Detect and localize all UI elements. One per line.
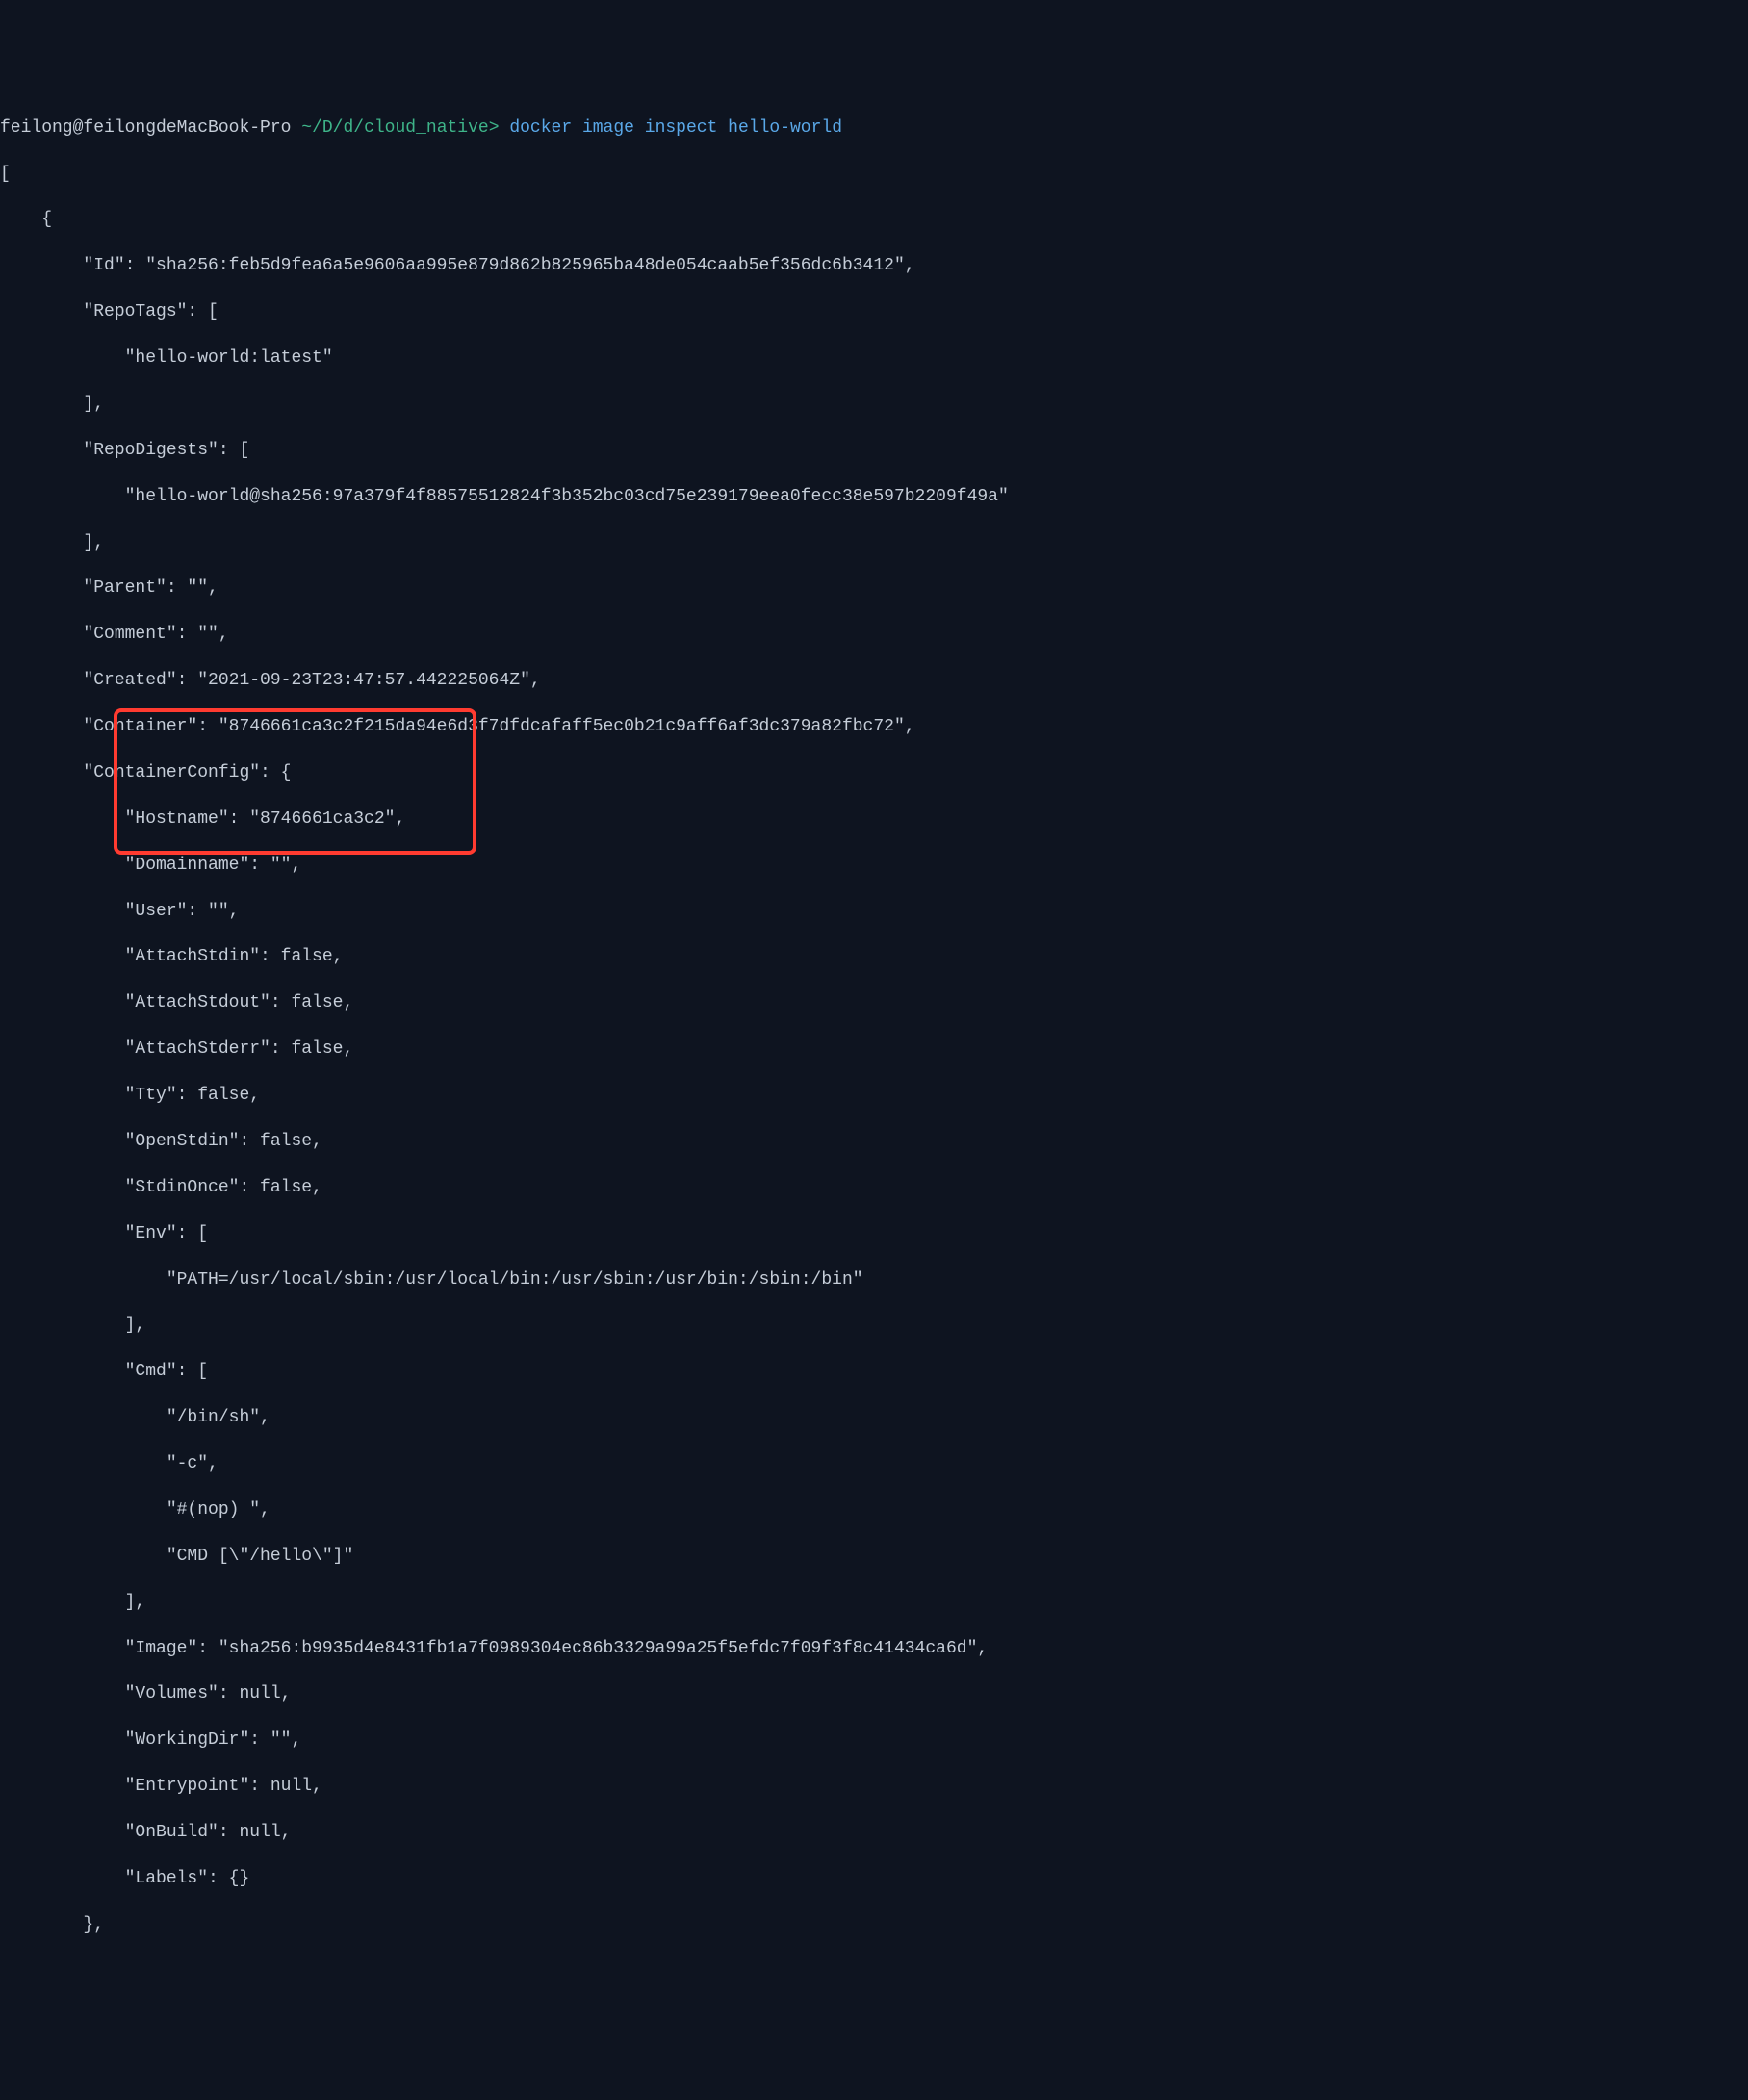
- output-domainname: "Domainname": "",: [0, 855, 1748, 878]
- output-workingdir: "WorkingDir": "",: [0, 1729, 1748, 1753]
- prompt-path: ~/D/d/cloud_native: [301, 118, 488, 138]
- output-cmd-item4: "CMD [\"/hello\"]": [0, 1546, 1748, 1569]
- output-entrypoint: "Entrypoint": null,: [0, 1776, 1748, 1799]
- output-cmd-open: "Cmd": [: [0, 1361, 1748, 1384]
- output-onbuild: "OnBuild": null,: [0, 1822, 1748, 1845]
- output-volumes: "Volumes": null,: [0, 1683, 1748, 1706]
- output-containerconfig-open: "ContainerConfig": {: [0, 762, 1748, 785]
- output-env-close: ],: [0, 1315, 1748, 1338]
- output-container: "Container": "8746661ca3c2f215da94e6d3f7…: [0, 716, 1748, 739]
- output-repotags-close: ],: [0, 394, 1748, 417]
- output-parent: "Parent": "",: [0, 577, 1748, 601]
- output-tty: "Tty": false,: [0, 1085, 1748, 1108]
- output-created: "Created": "2021-09-23T23:47:57.44222506…: [0, 670, 1748, 693]
- output-image: "Image": "sha256:b9935d4e8431fb1a7f09893…: [0, 1638, 1748, 1661]
- output-comment: "Comment": "",: [0, 624, 1748, 647]
- prompt-user: feilong@feilongdeMacBook-Pro: [0, 118, 291, 138]
- output-id: "Id": "sha256:feb5d9fea6a5e9606aa995e879…: [0, 255, 1748, 278]
- output-containerconfig-close: },: [0, 1914, 1748, 1937]
- output-hostname: "Hostname": "8746661ca3c2",: [0, 808, 1748, 832]
- output-env-open: "Env": [: [0, 1223, 1748, 1246]
- output-open-bracket: [: [0, 164, 1748, 187]
- prompt-line[interactable]: feilong@feilongdeMacBook-Pro ~/D/d/cloud…: [0, 117, 1748, 141]
- output-cmd-close: ],: [0, 1592, 1748, 1615]
- command-args: image inspect hello-world: [582, 118, 842, 138]
- output-repotags-item: "hello-world:latest": [0, 347, 1748, 371]
- output-user: "User": "",: [0, 901, 1748, 924]
- output-attachstderr: "AttachStderr": false,: [0, 1038, 1748, 1062]
- output-repodigests-item: "hello-world@sha256:97a379f4f88575512824…: [0, 486, 1748, 509]
- output-repodigests-open: "RepoDigests": [: [0, 440, 1748, 463]
- output-env-item: "PATH=/usr/local/sbin:/usr/local/bin:/us…: [0, 1269, 1748, 1293]
- command-docker: docker: [509, 118, 572, 138]
- output-repotags-open: "RepoTags": [: [0, 301, 1748, 324]
- output-cmd-item3: "#(nop) ",: [0, 1499, 1748, 1523]
- output-attachstdout: "AttachStdout": false,: [0, 992, 1748, 1015]
- output-stdinonce: "StdinOnce": false,: [0, 1177, 1748, 1200]
- output-openstdin: "OpenStdin": false,: [0, 1131, 1748, 1154]
- output-cmd-item2: "-c",: [0, 1453, 1748, 1476]
- output-labels: "Labels": {}: [0, 1868, 1748, 1891]
- output-open-brace: {: [0, 209, 1748, 232]
- output-repodigests-close: ],: [0, 532, 1748, 555]
- output-attachstdin: "AttachStdin": false,: [0, 946, 1748, 969]
- output-cmd-item1: "/bin/sh",: [0, 1407, 1748, 1430]
- terminal-container: feilong@feilongdeMacBook-Pro ~/D/d/cloud…: [0, 94, 1748, 1984]
- prompt-arrow: >: [489, 118, 500, 138]
